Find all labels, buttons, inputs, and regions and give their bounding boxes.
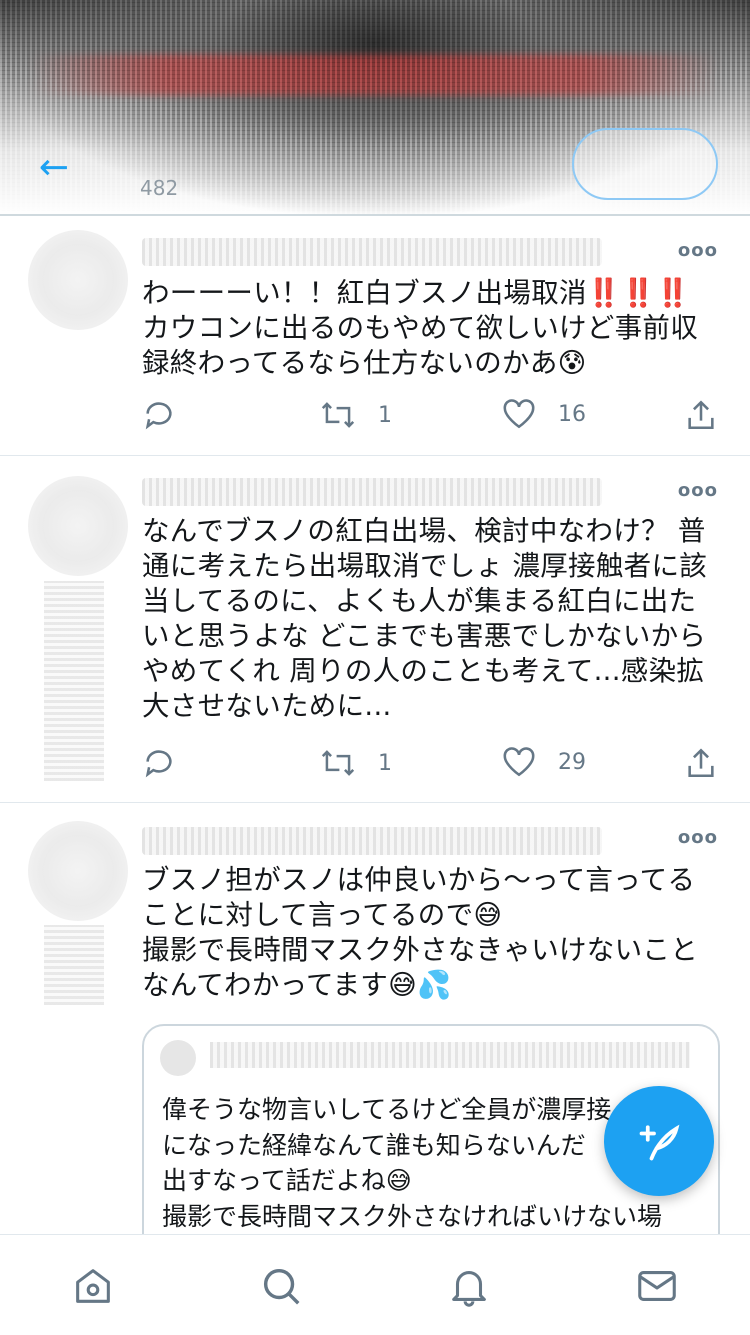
- quoted-avatar: [160, 1040, 196, 1076]
- retweet-button[interactable]: 1: [320, 398, 392, 432]
- home-icon[interactable]: [70, 1263, 116, 1309]
- like-count: 16: [558, 401, 586, 427]
- avatar[interactable]: [28, 821, 128, 921]
- follow-button[interactable]: [572, 128, 718, 200]
- compose-feather-icon: [639, 1124, 680, 1161]
- tweet-actions: 1 16: [0, 398, 750, 438]
- like-count: 29: [558, 749, 586, 775]
- avatar-shadow: [44, 925, 104, 1005]
- tweet-meta-obscured: [142, 238, 602, 266]
- tweet-count: 482: [140, 176, 179, 200]
- more-options-icon[interactable]: ooo: [678, 480, 718, 501]
- messages-icon[interactable]: [634, 1263, 680, 1309]
- back-arrow-icon[interactable]: ←: [34, 148, 74, 188]
- notifications-icon[interactable]: [446, 1263, 492, 1309]
- avatar[interactable]: [28, 476, 128, 576]
- reply-button[interactable]: [142, 746, 176, 780]
- share-button[interactable]: [684, 746, 718, 780]
- tweet-meta-obscured: [142, 827, 602, 855]
- heart-icon: [503, 747, 535, 777]
- tweet-text: なんでブスノの紅白出場、検討中なわけ？ 普通に考えたら出場取消でしょ 濃厚接触者…: [142, 515, 708, 722]
- retweet-count: 1: [378, 750, 392, 776]
- bottom-navigation: [0, 1234, 750, 1335]
- search-icon[interactable]: [258, 1263, 304, 1309]
- tweet-meta-obscured: [142, 478, 602, 506]
- tweet-1[interactable]: ooo わーーーい！！紅白ブスノ出場取消‼️‼️‼️ カウコンに出るのもやめて欲…: [0, 216, 750, 456]
- retweet-count: 1: [378, 402, 392, 428]
- retweet-icon: [321, 402, 355, 428]
- like-button[interactable]: 29: [502, 746, 586, 778]
- more-options-icon[interactable]: ooo: [678, 240, 718, 261]
- compose-tweet-button[interactable]: [604, 1086, 714, 1196]
- tweet-text: ブスノ担がスノは仲良いから〜って言ってることに対して言ってるので😅 撮影で長時間…: [142, 864, 698, 1001]
- quoted-meta-obscured: [210, 1042, 690, 1068]
- retweet-button[interactable]: 1: [320, 746, 392, 780]
- share-icon: [688, 748, 714, 778]
- heart-icon: [503, 399, 535, 429]
- tweet-text: わーーーい！！紅白ブスノ出場取消‼️‼️‼️ カウコンに出るのもやめて欲しいけど…: [142, 277, 698, 379]
- like-button[interactable]: 16: [502, 398, 586, 430]
- profile-header: ← 482: [0, 0, 750, 215]
- reply-icon: [145, 402, 172, 430]
- reply-icon: [145, 750, 172, 778]
- share-button[interactable]: [684, 398, 718, 432]
- avatar[interactable]: [28, 230, 128, 330]
- reply-button[interactable]: [142, 398, 176, 432]
- retweet-icon: [321, 750, 355, 776]
- more-options-icon[interactable]: ooo: [678, 827, 718, 848]
- tweet-actions: 1 29: [0, 746, 750, 786]
- tweet-2[interactable]: ooo なんでブスノの紅白出場、検討中なわけ？ 普通に考えたら出場取消でしょ 濃…: [0, 456, 750, 801]
- share-icon: [688, 400, 714, 430]
